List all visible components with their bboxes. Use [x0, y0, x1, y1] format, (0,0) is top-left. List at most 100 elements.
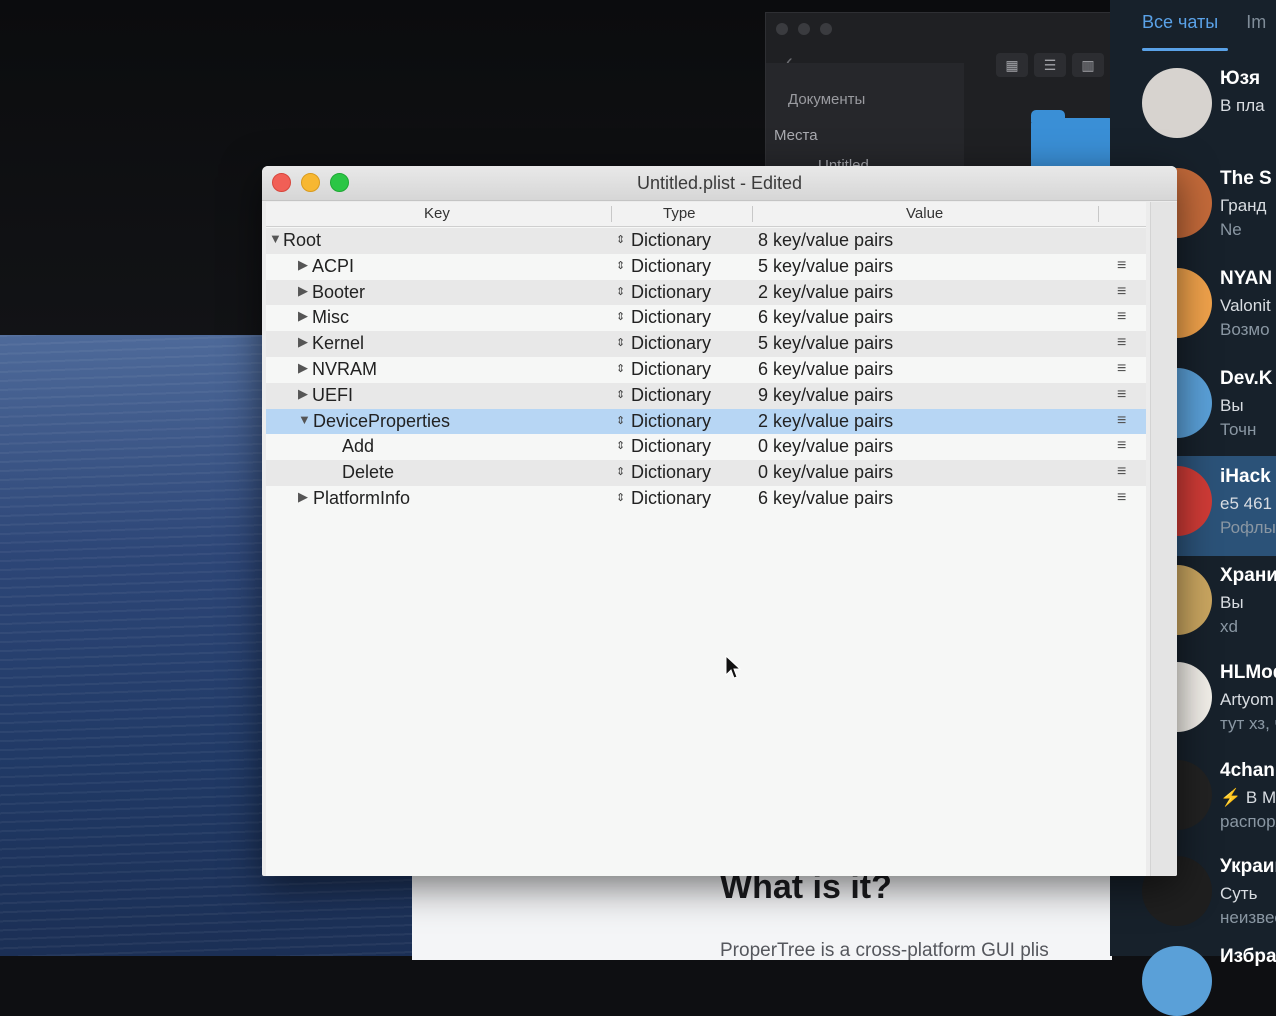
type-popup-icon[interactable]: ⇕: [616, 439, 625, 452]
row-type[interactable]: Dictionary: [631, 411, 711, 432]
disclosure-collapsed-icon[interactable]: ▶: [298, 283, 308, 299]
row-key: Booter: [312, 281, 366, 302]
chat-name: Юзя: [1220, 68, 1261, 89]
chat-name: Храни: [1220, 565, 1276, 586]
row-value[interactable]: 2 key/value pairs: [758, 282, 893, 303]
avatar: [1142, 68, 1212, 138]
column-header-value[interactable]: Value: [906, 205, 943, 222]
chat-item[interactable]: Избран: [1110, 936, 1276, 1016]
row-key: Root: [283, 230, 322, 250]
disclosure-collapsed-icon[interactable]: ▶: [298, 386, 308, 402]
type-popup-icon[interactable]: ⇕: [616, 310, 625, 323]
tab-other[interactable]: Im: [1246, 12, 1266, 33]
table-row[interactable]: ▶ NVRAM ⇕ Dictionary 6 key/value pairs ≡: [266, 357, 1146, 383]
table-row-root[interactable]: ▼ Root ⇕ Dictionary 8 key/value pairs: [266, 228, 1146, 254]
row-value[interactable]: 8 key/value pairs: [758, 230, 893, 251]
type-popup-icon[interactable]: ⇕: [616, 414, 625, 427]
chat-preview: ⚡ В Ми: [1220, 788, 1276, 807]
row-menu-icon[interactable]: ≡: [1117, 360, 1126, 378]
disclosure-collapsed-icon[interactable]: ▶: [298, 489, 308, 505]
chat-preview: Суть: [1220, 884, 1258, 903]
table-row[interactable]: ▶ UEFI ⇕ Dictionary 9 key/value pairs ≡: [266, 382, 1146, 409]
row-menu-icon[interactable]: ≡: [1117, 437, 1126, 455]
row-menu-icon[interactable]: ≡: [1117, 334, 1126, 352]
table-row[interactable]: Delete ⇕ Dictionary 0 key/value pairs ≡: [266, 460, 1146, 486]
column-header-type[interactable]: Type: [663, 205, 696, 222]
row-value[interactable]: 9 key/value pairs: [758, 385, 893, 406]
type-popup-icon[interactable]: ⇕: [616, 233, 625, 246]
disclosure-expanded-icon[interactable]: ▼: [269, 231, 282, 246]
column-divider[interactable]: [752, 206, 753, 222]
row-key: ACPI: [312, 255, 355, 276]
table-row[interactable]: ▶ Booter ⇕ Dictionary 2 key/value pairs …: [266, 279, 1146, 306]
window-titlebar[interactable]: Untitled.plist - Edited: [262, 166, 1177, 201]
chat-item[interactable]: Юзя В пла: [1110, 58, 1276, 158]
row-menu-icon[interactable]: ≡: [1117, 412, 1126, 430]
row-value[interactable]: 6 key/value pairs: [758, 488, 893, 509]
row-type[interactable]: Dictionary: [631, 385, 711, 406]
list-view-icon[interactable]: ☰: [1034, 53, 1066, 77]
row-menu-icon[interactable]: ≡: [1117, 283, 1126, 301]
chat-preview: Гранд: [1220, 196, 1267, 215]
row-value[interactable]: 6 key/value pairs: [758, 359, 893, 380]
column-divider[interactable]: [611, 206, 612, 222]
chat-preview: Вы: [1220, 396, 1244, 415]
row-menu-icon[interactable]: ≡: [1117, 308, 1126, 326]
row-menu-icon[interactable]: ≡: [1117, 463, 1126, 481]
row-menu-icon[interactable]: ≡: [1117, 489, 1126, 507]
table-row[interactable]: ▶ Kernel ⇕ Dictionary 5 key/value pairs …: [266, 331, 1146, 357]
row-type[interactable]: Dictionary: [631, 256, 711, 277]
row-type[interactable]: Dictionary: [631, 488, 711, 509]
chat-name: Избран: [1220, 946, 1276, 967]
chat-preview-secondary: распоря: [1220, 812, 1276, 831]
row-key: Add: [342, 436, 375, 457]
disclosure-collapsed-icon[interactable]: ▶: [298, 334, 308, 350]
disclosure-collapsed-icon[interactable]: ▶: [298, 360, 308, 376]
table-row[interactable]: Add ⇕ Dictionary 0 key/value pairs ≡: [266, 434, 1146, 460]
type-popup-icon[interactable]: ⇕: [616, 491, 625, 504]
row-value[interactable]: 6 key/value pairs: [758, 307, 893, 328]
column-divider[interactable]: [1098, 206, 1099, 222]
row-value[interactable]: 5 key/value pairs: [758, 256, 893, 277]
finder-minimize-button[interactable]: [798, 23, 810, 35]
disclosure-collapsed-icon[interactable]: ▶: [298, 308, 308, 324]
row-value[interactable]: 0 key/value pairs: [758, 436, 893, 457]
type-popup-icon[interactable]: ⇕: [616, 259, 625, 272]
chat-preview-secondary: Возмо: [1220, 320, 1270, 339]
row-type[interactable]: Dictionary: [631, 230, 711, 251]
row-type[interactable]: Dictionary: [631, 359, 711, 380]
tab-all-chats[interactable]: Все чаты: [1142, 12, 1218, 33]
sidebar-item-documents[interactable]: Документы: [788, 91, 865, 108]
type-popup-icon[interactable]: ⇕: [616, 388, 625, 401]
row-value[interactable]: 5 key/value pairs: [758, 333, 893, 354]
row-value[interactable]: 0 key/value pairs: [758, 462, 893, 483]
row-type[interactable]: Dictionary: [631, 462, 711, 483]
column-view-icon[interactable]: ▥: [1072, 53, 1104, 77]
type-popup-icon[interactable]: ⇕: [616, 465, 625, 478]
type-popup-icon[interactable]: ⇕: [616, 336, 625, 349]
row-value[interactable]: 2 key/value pairs: [758, 411, 893, 432]
mouse-pointer-icon: [725, 655, 741, 679]
row-type[interactable]: Dictionary: [631, 333, 711, 354]
type-popup-icon[interactable]: ⇕: [616, 362, 625, 375]
chat-name: NYAN: [1220, 268, 1273, 289]
row-menu-icon[interactable]: ≡: [1117, 257, 1126, 275]
table-row[interactable]: ▶ PlatformInfo ⇕ Dictionary 6 key/value …: [266, 486, 1146, 512]
row-type[interactable]: Dictionary: [631, 307, 711, 328]
disclosure-expanded-icon[interactable]: ▼: [298, 412, 311, 427]
type-popup-icon[interactable]: ⇕: [616, 285, 625, 298]
icon-view-icon[interactable]: ▦: [996, 53, 1028, 77]
chat-preview: e5 461: [1220, 494, 1272, 513]
vertical-scrollbar[interactable]: [1150, 202, 1177, 876]
table-row[interactable]: ▶ ACPI ⇕ Dictionary 5 key/value pairs ≡: [266, 254, 1146, 280]
row-menu-icon[interactable]: ≡: [1117, 386, 1126, 404]
disclosure-collapsed-icon[interactable]: ▶: [298, 257, 308, 273]
table-row-selected[interactable]: ▼ DeviceProperties ⇕ Dictionary 2 key/va…: [266, 408, 1146, 435]
table-row[interactable]: ▶ Misc ⇕ Dictionary 6 key/value pairs ≡: [266, 305, 1146, 331]
finder-close-button[interactable]: [776, 23, 788, 35]
finder-zoom-button[interactable]: [820, 23, 832, 35]
row-type[interactable]: Dictionary: [631, 282, 711, 303]
chat-preview-secondary: xd: [1220, 617, 1238, 636]
column-header-key[interactable]: Key: [424, 205, 450, 222]
row-type[interactable]: Dictionary: [631, 436, 711, 457]
